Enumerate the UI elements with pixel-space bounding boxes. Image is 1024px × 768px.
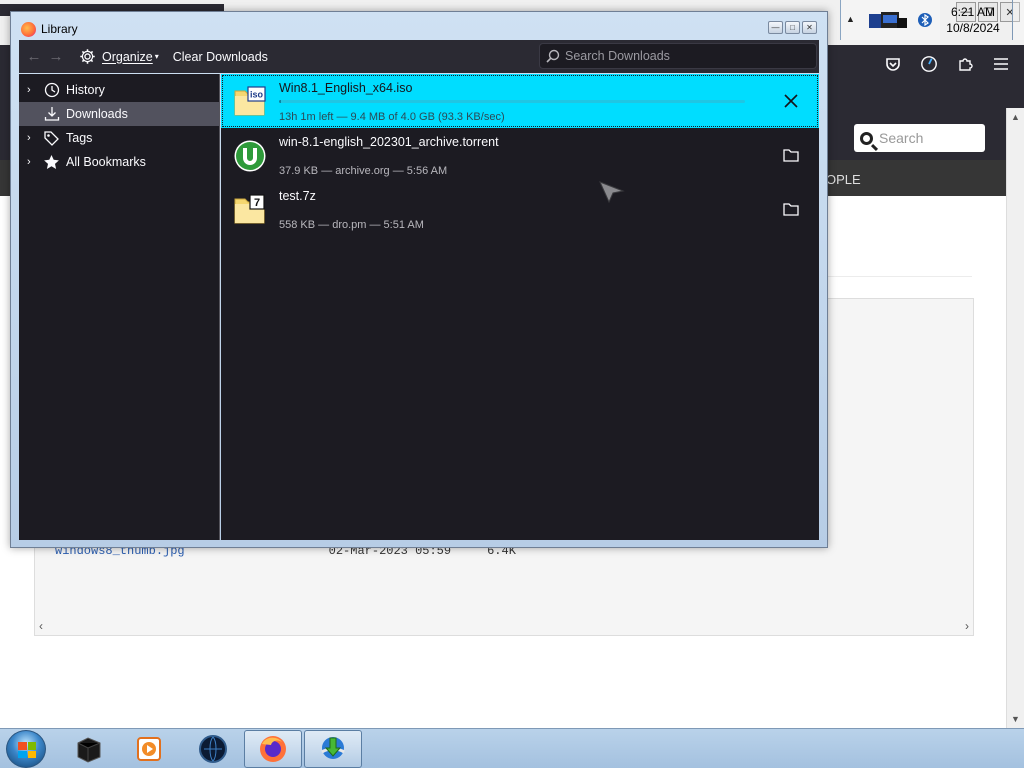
taskbar-app-globe[interactable]: [184, 730, 242, 768]
site-search-placeholder: Search: [879, 130, 924, 146]
cancel-download-button[interactable]: [781, 91, 801, 111]
download-item[interactable]: 7 test.7z 558 KB — dro.pm — 5:51 AM: [221, 182, 819, 236]
window-title: Library: [41, 22, 78, 36]
star-icon: [43, 154, 60, 171]
search-icon: [860, 131, 873, 145]
taskbar-app-media-player[interactable]: [120, 730, 178, 768]
clock-time: 6:21 AM: [950, 5, 996, 19]
clear-downloads-button[interactable]: Clear Downloads: [173, 50, 268, 64]
utorrent-file-icon: [233, 139, 267, 172]
organize-label: Organize: [102, 49, 153, 64]
site-nav-item[interactable]: OPLE: [826, 172, 861, 187]
close-button[interactable]: ✕: [802, 21, 817, 34]
sidebar-item-label: Tags: [66, 131, 93, 145]
clock-icon: [43, 82, 60, 99]
pocket-icon[interactable]: [884, 55, 902, 73]
clock-date: 10/8/2024: [946, 21, 1000, 35]
windows-logo-icon: [18, 742, 36, 758]
sidebar-item-all-bookmarks[interactable]: › All Bookmarks: [19, 150, 219, 174]
site-search-input[interactable]: Search: [854, 124, 985, 152]
download-filename: win-8.1-english_202301_archive.torrent: [279, 135, 499, 149]
download-manager-icon: [321, 737, 345, 759]
sidebar-item-label: Downloads: [66, 107, 128, 121]
network-drive-icon[interactable]: [867, 8, 911, 34]
minimize-button[interactable]: —: [768, 21, 783, 34]
folder-icon: [783, 149, 799, 162]
search-downloads-field[interactable]: [539, 43, 817, 69]
sidebar-item-downloads[interactable]: Downloads: [19, 102, 219, 126]
search-icon: [546, 49, 560, 63]
show-in-folder-button[interactable]: [781, 199, 801, 219]
download-status: 13h 1m left — 9.4 MB of 4.0 GB (93.3 KB/…: [279, 111, 505, 123]
scroll-left-arrow-icon[interactable]: ‹: [39, 619, 43, 633]
library-titlebar[interactable]: Library — □ ✕: [11, 12, 827, 42]
maximize-button[interactable]: □: [785, 21, 800, 34]
firefox-icon: [21, 22, 36, 37]
taskbar-app-firefox[interactable]: [244, 730, 302, 768]
iso-file-icon: iso: [233, 85, 267, 117]
download-item[interactable]: win-8.1-english_202301_archive.torrent 3…: [221, 128, 819, 182]
scroll-down-arrow-icon[interactable]: ▼: [1011, 714, 1020, 724]
organize-button[interactable]: Organize ▾: [67, 48, 159, 65]
media-player-icon: [137, 737, 161, 761]
expand-chevron-icon[interactable]: ›: [27, 156, 39, 168]
download-status: 558 KB — dro.pm — 5:51 AM: [279, 219, 424, 231]
listing-horizontal-scrollbar[interactable]: ‹ ›: [35, 619, 973, 635]
close-icon: [784, 94, 798, 108]
page-vertical-scrollbar[interactable]: ▲ ▼: [1006, 108, 1024, 728]
library-window-controls: — □ ✕: [768, 21, 817, 34]
show-desktop-button[interactable]: [1012, 0, 1024, 40]
sidebar-item-tags[interactable]: › Tags: [19, 126, 219, 150]
downloads-list: iso Win8.1_English_x64.iso 13h 1m left —…: [221, 74, 819, 540]
library-toolbar: ← → Organize ▾ Clear Downloads: [19, 40, 819, 73]
sidebar-item-label: All Bookmarks: [66, 155, 146, 169]
download-item[interactable]: iso Win8.1_English_x64.iso 13h 1m left —…: [221, 74, 819, 128]
library-sidebar: › History Downloads › Tags › All Bookmar…: [19, 74, 220, 540]
download-progress-bar: [279, 100, 745, 103]
expand-chevron-icon[interactable]: ›: [27, 132, 39, 144]
show-in-folder-button[interactable]: [781, 145, 801, 165]
expand-chevron-icon[interactable]: ›: [27, 84, 39, 96]
start-button[interactable]: [6, 730, 46, 768]
7z-file-icon: 7: [233, 193, 267, 225]
scroll-up-arrow-icon[interactable]: ▲: [1011, 112, 1020, 122]
windows-taskbar: [0, 728, 1024, 768]
library-window: Library — □ ✕ ← → Organize ▾ Clear Downl…: [10, 11, 828, 548]
gauge-icon[interactable]: [920, 55, 938, 73]
gear-icon: [80, 49, 95, 64]
notification-tray: [840, 0, 940, 40]
chevron-down-icon: ▾: [154, 52, 159, 61]
bluetooth-icon[interactable]: [917, 12, 933, 28]
search-downloads-input[interactable]: [565, 49, 805, 63]
iso-icon-label: iso: [250, 90, 264, 100]
tag-icon: [43, 130, 60, 147]
sidebar-item-history[interactable]: › History: [19, 78, 219, 102]
hamburger-menu-icon[interactable]: [992, 55, 1010, 73]
7z-icon-label: 7: [254, 197, 260, 209]
system-clock[interactable]: 6:21 AM 10/8/2024: [940, 4, 1006, 36]
taskbar-app-dark-box[interactable]: [60, 730, 118, 768]
firefox-icon: [260, 736, 286, 762]
download-filename: test.7z: [279, 189, 316, 203]
forward-arrow-icon[interactable]: →: [45, 48, 67, 65]
globe-icon: [199, 735, 227, 763]
mouse-pointer-icon: [599, 181, 625, 204]
scroll-right-arrow-icon[interactable]: ›: [965, 619, 969, 633]
download-icon: [43, 106, 60, 123]
sidebar-item-label: History: [66, 83, 105, 97]
back-arrow-icon[interactable]: ←: [23, 48, 45, 65]
show-hidden-icons-icon[interactable]: ▲: [846, 14, 855, 24]
download-filename: Win8.1_English_x64.iso: [279, 81, 413, 95]
app-box-icon: [77, 737, 101, 763]
divider: [820, 276, 972, 277]
taskbar-app-download-manager[interactable]: [304, 730, 362, 768]
extensions-icon[interactable]: [956, 55, 974, 73]
download-status: 37.9 KB — archive.org — 5:56 AM: [279, 165, 448, 177]
folder-icon: [783, 203, 799, 216]
